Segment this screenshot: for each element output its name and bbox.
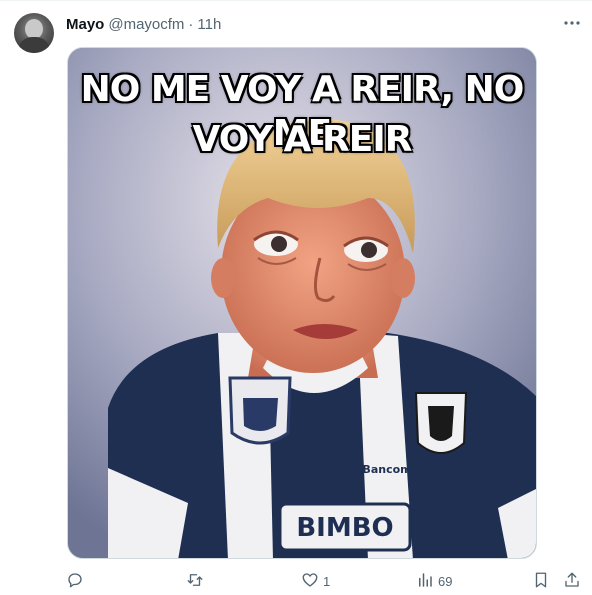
views-count: 69 — [438, 573, 453, 589]
avatar[interactable] — [14, 13, 54, 53]
tweet-actions: 1 69 — [0, 567, 592, 595]
like-button[interactable]: 1 — [301, 567, 330, 595]
views-icon — [416, 571, 434, 592]
more-icon[interactable] — [562, 13, 582, 33]
like-icon — [301, 571, 319, 592]
share-button[interactable] — [563, 567, 581, 595]
meme-caption-line-2: VOY A REIR — [192, 119, 413, 160]
timestamp[interactable]: 11h — [197, 16, 221, 33]
reply-button[interactable] — [66, 567, 88, 595]
tweet-header: Mayo @mayocfm · 11h — [66, 14, 221, 34]
bookmark-icon — [532, 571, 550, 592]
author-name[interactable]: Mayo — [66, 16, 104, 33]
retweet-icon — [186, 571, 204, 592]
author-handle[interactable]: @mayocfm — [108, 16, 184, 33]
reply-icon — [66, 571, 84, 592]
bookmark-button[interactable] — [532, 567, 550, 595]
tweet[interactable]: Mayo @mayocfm · 11h BIMBO BBVA Bancomer … — [0, 0, 592, 594]
views-button[interactable]: 69 — [416, 567, 452, 595]
separator-dot: · — [188, 15, 194, 33]
jersey-sponsor-text: BIMBO — [296, 513, 393, 543]
like-count: 1 — [323, 573, 331, 589]
share-icon — [563, 571, 581, 592]
jersey-bank-text: BBVA Bancomer — [326, 463, 425, 476]
tweet-image[interactable]: BIMBO BBVA Bancomer NO ME VOY A REIR, NO… — [67, 47, 537, 559]
retweet-button[interactable] — [186, 567, 208, 595]
